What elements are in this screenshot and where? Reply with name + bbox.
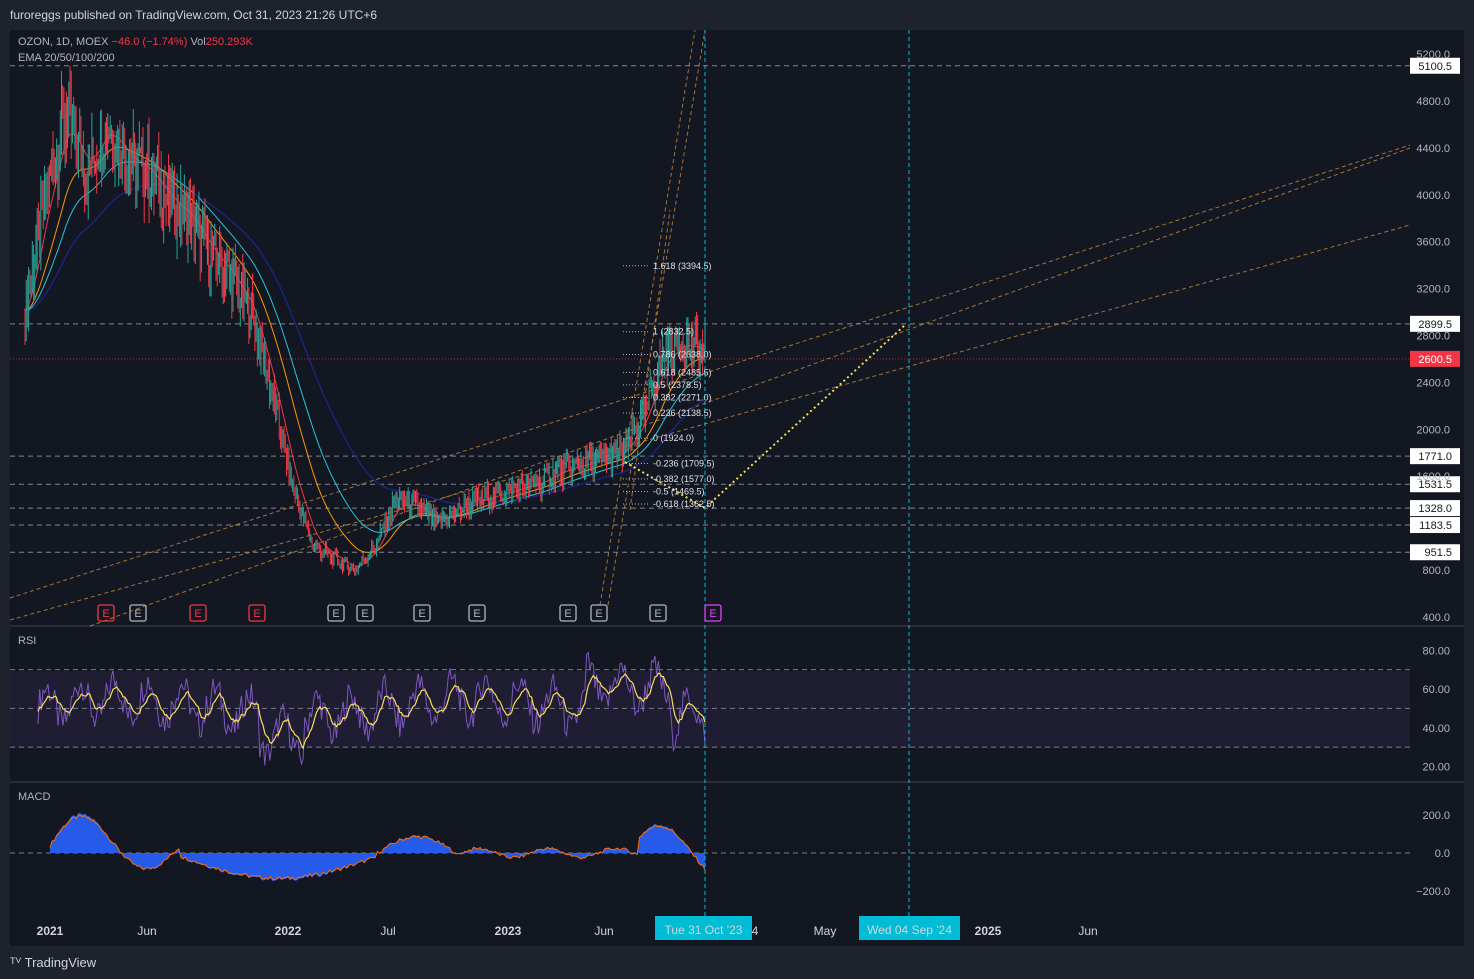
time-axis-label: 2022	[275, 924, 302, 938]
fib-label: -0.5 (1469.5)	[653, 487, 705, 497]
macd-title[interactable]: MACD	[18, 791, 50, 803]
price-scale-label: 4800.0	[1416, 96, 1450, 108]
time-highlight-label: Tue 31 Oct '23	[665, 923, 743, 937]
trend-line[interactable]	[599, 30, 696, 606]
price-scale-label: 3200.0	[1416, 284, 1450, 296]
footer: ᵀⱽ TradingView	[0, 946, 1474, 979]
fib-label: 0 (1924.0)	[653, 433, 694, 443]
rsi-scale-label: 20.00	[1422, 762, 1450, 774]
earnings-marker-label: E	[418, 608, 425, 620]
price-change: −46.0 (−1.74%)	[111, 36, 188, 48]
volume-label: Vol	[190, 36, 206, 48]
legend-ema[interactable]: EMA 20/50/100/200	[18, 52, 115, 64]
macd-scale-label: 0.0	[1435, 848, 1450, 860]
trend-line[interactable]	[89, 147, 1411, 627]
fib-label: 1 (2832.5)	[653, 327, 694, 337]
tradingview-logo[interactable]: ᵀⱽ TradingView	[10, 955, 96, 971]
time-axis-label: 4	[752, 924, 759, 938]
rsi-scale-label: 40.00	[1422, 723, 1450, 735]
price-scale-label: 1600.0	[1416, 471, 1450, 483]
ema-line[interactable]	[24, 146, 706, 553]
earnings-marker-label: E	[595, 608, 602, 620]
publish-header: furoreggs published on TradingView.com, …	[0, 0, 1474, 30]
earnings-marker-label: E	[134, 608, 141, 620]
fib-label: 0.5 (2378.5)	[653, 380, 702, 390]
time-axis-label: 2021	[37, 924, 64, 938]
price-scale-label: 800.0	[1422, 565, 1450, 577]
fib-label: 0.786 (2638.0)	[653, 349, 712, 359]
macd-scale-label: −200.0	[1416, 886, 1450, 898]
earnings-marker-label: E	[194, 608, 201, 620]
earnings-marker-label: E	[654, 608, 661, 620]
earnings-marker-label: E	[253, 608, 260, 620]
time-axis-label: May	[814, 924, 837, 938]
trend-line[interactable]	[607, 30, 706, 606]
price-scale-label: 5200.0	[1416, 49, 1450, 61]
price-scale-label: 2800.0	[1416, 331, 1450, 343]
fib-label: 1.618 (3394.5)	[653, 261, 712, 271]
price-scale-label: 4000.0	[1416, 190, 1450, 202]
price-scale-label: 3600.0	[1416, 237, 1450, 249]
trend-line[interactable]	[10, 224, 1411, 621]
level-tag: 2899.5	[1418, 319, 1452, 331]
price-scale-label: 400.0	[1422, 612, 1450, 624]
level-tag: 1328.0	[1418, 503, 1452, 515]
rsi-scale-label: 80.00	[1422, 645, 1450, 657]
chart-svg[interactable]: 5100.52899.52600.51771.01531.51328.01183…	[10, 30, 1464, 946]
level-tag: 1771.0	[1418, 451, 1452, 463]
earnings-marker-label: E	[332, 608, 339, 620]
time-axis-label: Jul	[380, 924, 395, 938]
price-scale-label: 2400.0	[1416, 377, 1450, 389]
earnings-marker-label: E	[709, 608, 716, 620]
earnings-marker-label: E	[473, 608, 480, 620]
level-tag: 1183.5	[1419, 520, 1452, 532]
price-scale-label: 4400.0	[1416, 143, 1450, 155]
fib-label: 0.236 (2138.5)	[653, 408, 712, 418]
legend-symbol: OZON, 1D, MOEX −46.0 (−1.74%) Vol250.293…	[18, 36, 253, 48]
earnings-marker-label: E	[361, 608, 368, 620]
earnings-marker-label: E	[564, 608, 571, 620]
rsi-title[interactable]: RSI	[18, 635, 36, 647]
earnings-marker-label: E	[102, 608, 109, 620]
time-axis-label: Jun	[594, 924, 613, 938]
macd-signal-line[interactable]	[49, 814, 706, 881]
fib-label: 0.382 (2271.0)	[653, 393, 712, 403]
chart-frame[interactable]: 5100.5 2899.5 2600.5 1771.0 1531.5 1328.0 1183…	[10, 30, 1464, 946]
rsi-scale-label: 60.00	[1422, 684, 1450, 696]
time-axis-label: Jun	[1078, 924, 1097, 938]
level-tag: 5100.5	[1418, 61, 1452, 73]
time-axis-label: Jun	[137, 924, 156, 938]
level-tag: 951.5	[1424, 547, 1452, 559]
price-scale-label: 2000.0	[1416, 424, 1450, 436]
ema-line[interactable]	[24, 133, 706, 567]
level-tag: 2600.5	[1418, 354, 1452, 366]
time-highlight-label: Wed 04 Sep '24	[867, 923, 952, 937]
ema-line[interactable]	[24, 161, 706, 533]
time-axis-label: 2025	[975, 924, 1002, 938]
publish-info: furoreggs published on TradingView.com, …	[10, 8, 378, 22]
volume-value: 250.293K	[205, 36, 253, 48]
brand-name: TradingView	[24, 955, 97, 970]
macd-histogram[interactable]	[50, 813, 705, 882]
time-axis-label: 2023	[495, 924, 522, 938]
fib-label: 0.618 (2485.5)	[653, 367, 712, 377]
symbol-name: OZON, 1D, MOEX	[18, 36, 109, 48]
macd-scale-label: 200.0	[1422, 810, 1450, 822]
